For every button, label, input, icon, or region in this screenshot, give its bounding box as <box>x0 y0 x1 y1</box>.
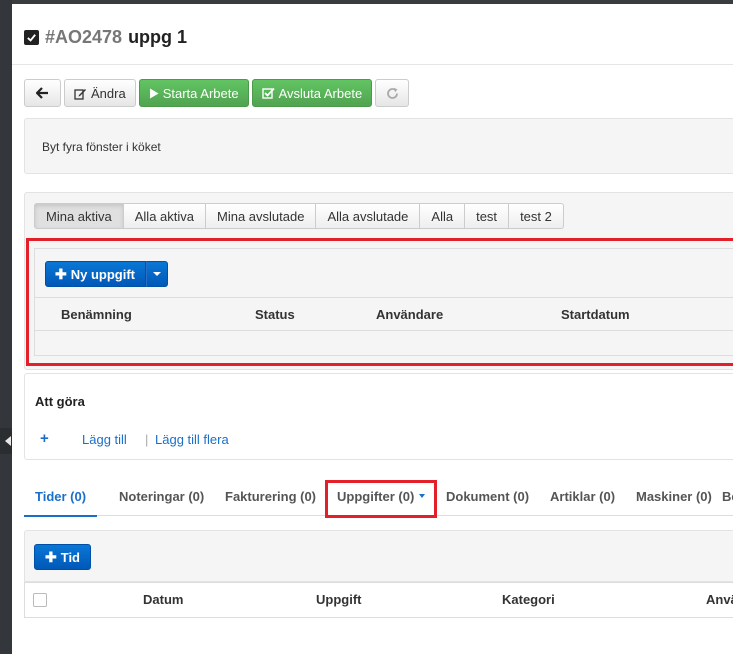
select-all-checkbox[interactable] <box>33 593 47 607</box>
tab-be[interactable]: Be <box>722 476 733 516</box>
play-icon <box>149 88 159 98</box>
edit-label: Ändra <box>91 85 126 101</box>
tab-noteringar[interactable]: Noteringar (0) <box>119 476 204 516</box>
order-title: uppg 1 <box>128 26 188 47</box>
order-id: #AO2478 <box>45 26 123 47</box>
check-square-icon <box>261 87 275 99</box>
highlight-task-panel <box>26 238 733 366</box>
tab-test[interactable]: test <box>465 203 510 229</box>
tab-dokument[interactable]: Dokument (0) <box>446 476 529 516</box>
checkbox-checked-icon <box>24 29 39 45</box>
column-header-datum[interactable]: Datum <box>143 592 183 607</box>
tab-artiklar[interactable]: Artiklar (0) <box>550 476 615 516</box>
arrow-left-icon <box>36 87 48 99</box>
tab-alla-avslutade[interactable]: Alla avslutade <box>316 203 421 229</box>
time-table-header: Datum Uppgift Kategori Anvä <box>24 582 733 618</box>
page-title: #AO2478 uppg 1 <box>24 22 187 52</box>
tab-tider[interactable]: Tider (0) <box>23 476 98 517</box>
tab-alla-aktiva[interactable]: Alla aktiva <box>123 203 206 229</box>
tab-test-2[interactable]: test 2 <box>509 203 564 229</box>
link-separator: | <box>145 432 149 447</box>
todo-title: Att göra <box>35 394 85 409</box>
tab-fakturering[interactable]: Fakturering (0) <box>225 476 316 516</box>
add-todo-link[interactable]: Lägg till <box>82 432 127 447</box>
work-order-modal: #AO2478 uppg 1 Ändra Starta Arbete Avslu… <box>12 4 733 654</box>
filter-tab-group: Mina aktiva Alla aktiva Mina avslutade A… <box>34 203 564 229</box>
column-header-kategori[interactable]: Kategori <box>502 592 555 607</box>
finish-work-label: Avsluta Arbete <box>278 85 363 101</box>
plus-icon: ✚ <box>45 548 57 565</box>
todo-panel: Att göra + Lägg till | Lägg till flera <box>24 373 733 460</box>
start-work-label: Starta Arbete <box>162 85 239 101</box>
column-header-uppgift[interactable]: Uppgift <box>316 592 361 607</box>
add-todo-plus-icon[interactable]: + <box>40 430 49 447</box>
tab-mina-avslutade[interactable]: Mina avslutade <box>206 203 317 229</box>
add-many-todo-link[interactable]: Lägg till flera <box>155 432 229 447</box>
add-time-button[interactable]: ✚ Tid <box>34 544 91 570</box>
finish-work-button[interactable]: Avsluta Arbete <box>251 79 373 107</box>
background-collapse-handle[interactable] <box>0 428 12 454</box>
action-toolbar: Ändra Starta Arbete Avsluta Arbete <box>24 79 410 107</box>
tab-maskiner[interactable]: Maskiner (0) <box>636 476 712 516</box>
tab-mina-aktiva[interactable]: Mina aktiva <box>34 203 124 229</box>
add-time-label: Tid <box>60 549 80 565</box>
edit-button[interactable]: Ändra <box>64 79 136 107</box>
title-divider <box>12 64 733 65</box>
refresh-icon <box>386 87 398 99</box>
column-header-anvandare[interactable]: Anvä <box>706 592 733 607</box>
start-work-button[interactable]: Starta Arbete <box>138 79 249 107</box>
time-panel: ✚ Tid <box>24 530 733 582</box>
background-window-edge <box>0 0 12 654</box>
edit-icon <box>74 88 86 100</box>
back-button[interactable] <box>24 79 61 107</box>
refresh-button[interactable] <box>375 79 410 107</box>
highlight-uppgifter-tab <box>325 480 437 518</box>
description-text: Byt fyra fönster i köket <box>24 118 733 174</box>
tab-alla[interactable]: Alla <box>420 203 466 229</box>
